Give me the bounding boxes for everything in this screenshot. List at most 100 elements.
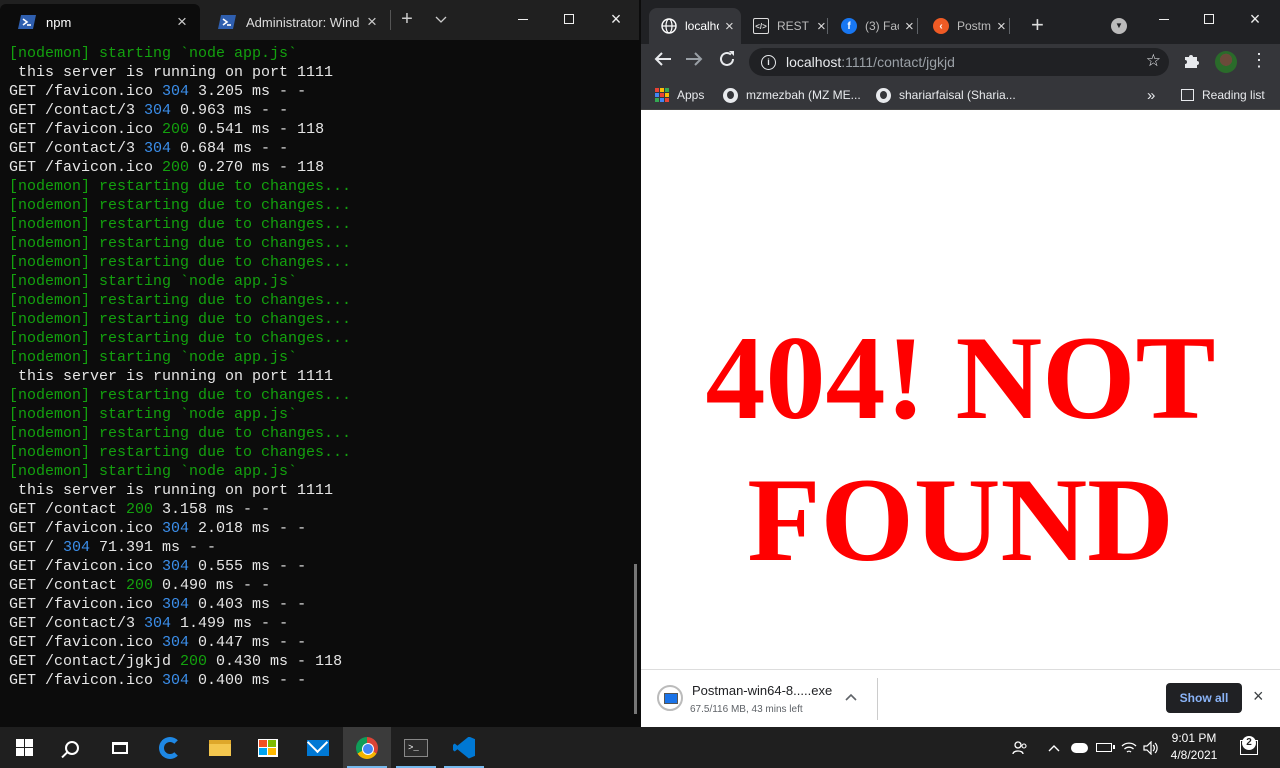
reading-list-label: Reading list <box>1202 88 1265 102</box>
terminal-text-segment: 200 <box>126 501 154 518</box>
terminal-scrollbar[interactable] <box>634 564 637 714</box>
terminal-tab-powershell[interactable]: Administrator: Windows PowerShell × <box>200 4 390 40</box>
tab-search-icon[interactable]: ▼ <box>1111 18 1127 34</box>
volume-icon[interactable] <box>1140 727 1162 768</box>
onedrive-cloud-icon[interactable] <box>1068 727 1090 768</box>
action-center-button[interactable]: 2 <box>1232 727 1266 768</box>
minimize-button[interactable] <box>500 0 546 38</box>
terminal-text-segment: this server is running on port 1111 <box>9 482 334 499</box>
terminal-text-segment: GET /favicon.ico <box>9 159 163 176</box>
window-close-button[interactable]: × <box>1232 0 1278 38</box>
terminal-line: GET /favicon.ico 304 0.447 ms - - <box>9 633 630 652</box>
info-icon[interactable]: i <box>761 54 776 70</box>
maximize-button[interactable] <box>1186 0 1232 38</box>
show-all-button[interactable]: Show all <box>1166 683 1242 713</box>
terminal-text-segment: 304 <box>144 140 172 157</box>
minimize-button[interactable] <box>1141 0 1187 38</box>
edge-taskbar-button[interactable] <box>146 727 194 768</box>
close-icon[interactable]: × <box>360 12 384 32</box>
terminal-text-segment: [nodemon] restarting due to changes... <box>9 178 352 195</box>
bookmark-label: Apps <box>677 88 705 102</box>
terminal-taskbar-button[interactable]: >_ <box>392 727 440 768</box>
terminal-text-segment: GET /favicon.ico <box>9 520 163 537</box>
browser-tab-rest[interactable]: </> REST API × <box>741 8 827 44</box>
new-tab-button[interactable]: + <box>396 8 418 32</box>
back-arrow-icon[interactable] <box>650 50 676 74</box>
close-icon[interactable]: × <box>905 18 914 35</box>
notification-badge: 2 <box>1242 736 1256 750</box>
chrome-taskbar-button[interactable] <box>343 727 391 768</box>
mail-taskbar-button[interactable] <box>294 727 342 768</box>
window-close-button[interactable]: × <box>593 0 639 38</box>
terminal-text-segment: 0.400 ms - - <box>189 672 307 689</box>
terminal-tab-npm[interactable]: npm × <box>0 4 200 40</box>
reading-list-button[interactable]: Reading list <box>1181 86 1265 104</box>
system-clock[interactable]: 9:01 PM 4/8/2021 <box>1165 730 1223 764</box>
people-icon[interactable] <box>1008 727 1032 768</box>
close-icon[interactable]: × <box>817 18 826 35</box>
terminal-output[interactable]: [nodemon] starting `node app.js` this se… <box>0 44 630 724</box>
address-bar[interactable]: i localhost:1111/contact/jgkjd ☆ <box>749 48 1169 76</box>
url-host: localhost <box>786 54 842 70</box>
github-icon <box>723 87 738 103</box>
forward-arrow-icon[interactable] <box>681 50 707 74</box>
battery-icon[interactable] <box>1093 727 1115 768</box>
close-icon[interactable]: × <box>170 12 194 32</box>
bookmarks-bar: Apps mzmezbah (MZ ME... shariarfaisal (S… <box>641 80 1280 110</box>
terminal-text-segment: GET / <box>9 539 64 556</box>
browser-tab-localhost[interactable]: localhost × <box>649 8 741 44</box>
chevron-up-icon[interactable] <box>845 688 857 704</box>
terminal-line: [nodemon] restarting due to changes... <box>9 253 630 272</box>
file-explorer-taskbar-button[interactable] <box>196 727 244 768</box>
new-tab-button[interactable]: + <box>1031 14 1044 36</box>
terminal-text-segment: GET /contact/jgkjd <box>9 653 181 670</box>
terminal-line: [nodemon] restarting due to changes... <box>9 443 630 462</box>
installer-file-icon[interactable] <box>657 685 683 711</box>
folder-icon <box>209 739 231 756</box>
bookmark-apps[interactable]: Apps <box>655 86 704 104</box>
terminal-text-segment: GET /contact <box>9 501 127 518</box>
search-button[interactable] <box>48 727 96 768</box>
bookmarks-overflow-button[interactable]: » <box>1147 86 1155 104</box>
terminal-text-segment: GET /contact/3 <box>9 140 145 157</box>
bookmark-label: shariarfaisal (Sharia... <box>899 88 1016 102</box>
task-view-icon <box>112 741 128 754</box>
download-file-name[interactable]: Postman-win64-8.....exe <box>692 683 832 698</box>
globe-icon <box>661 18 677 34</box>
terminal-text-segment: 2.018 ms - - <box>189 520 307 537</box>
maximize-button[interactable] <box>546 0 592 38</box>
terminal-line: GET /contact 200 0.490 ms - - <box>9 576 630 595</box>
task-view-button[interactable] <box>96 727 144 768</box>
terminal-line: [nodemon] restarting due to changes... <box>9 386 630 405</box>
terminal-line: [nodemon] starting `node app.js` <box>9 348 630 367</box>
terminal-tab-bar: npm × Administrator: Windows PowerShell … <box>0 0 639 40</box>
terminal-text-segment: 200 <box>162 159 190 176</box>
terminal-line: [nodemon] restarting due to changes... <box>9 329 630 348</box>
extensions-puzzle-icon[interactable] <box>1183 52 1200 74</box>
terminal-text-segment: [nodemon] restarting due to changes... <box>9 311 352 328</box>
terminal-text-segment: 304 <box>144 615 172 632</box>
kebab-menu-icon[interactable]: ⋮ <box>1249 50 1269 71</box>
terminal-icon: >_ <box>404 738 428 757</box>
reload-icon[interactable] <box>714 50 740 74</box>
close-icon[interactable]: × <box>1253 686 1264 707</box>
bookmark-item[interactable]: mzmezbah (MZ ME... <box>723 86 861 104</box>
taskbar: >_ 9:01 PM 4/8/2021 2 <box>0 727 1280 768</box>
browser-tab-facebook[interactable]: f (3) Facebook × <box>829 8 917 44</box>
chevron-up-icon[interactable] <box>1044 727 1064 768</box>
page-content: 404! NOT FOUND <box>641 111 1280 669</box>
start-button[interactable] <box>0 727 48 768</box>
profile-avatar[interactable] <box>1215 51 1237 73</box>
close-icon[interactable]: × <box>725 18 734 35</box>
terminal-line: [nodemon] restarting due to changes... <box>9 424 630 443</box>
chevron-down-icon[interactable] <box>430 8 452 32</box>
terminal-text-segment: [nodemon] restarting due to changes... <box>9 444 352 461</box>
close-icon[interactable]: × <box>997 18 1006 35</box>
browser-tab-postman[interactable]: ‹ Postman × <box>921 8 1011 44</box>
store-taskbar-button[interactable] <box>244 727 292 768</box>
bookmark-item[interactable]: shariarfaisal (Sharia... <box>876 86 1016 104</box>
wifi-icon[interactable] <box>1118 727 1140 768</box>
vscode-taskbar-button[interactable] <box>440 727 488 768</box>
terminal-text-segment: [nodemon] starting `node app.js` <box>9 349 298 366</box>
bookmark-star-icon[interactable]: ☆ <box>1146 51 1161 71</box>
